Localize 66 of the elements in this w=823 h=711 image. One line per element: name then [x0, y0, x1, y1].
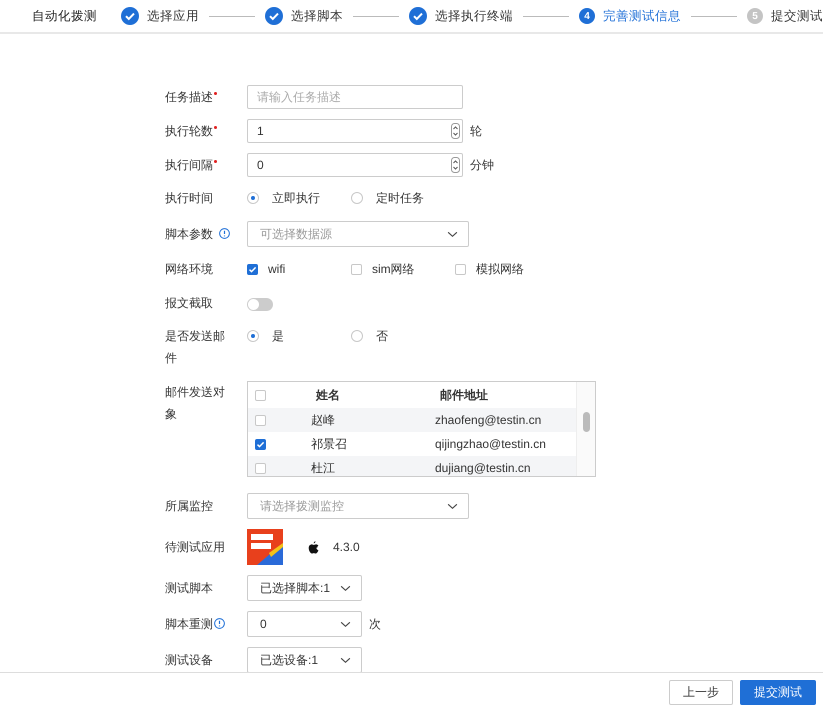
field-label: 网络环境 [165, 261, 213, 278]
checkbox[interactable] [255, 390, 266, 400]
step-number: 5 [747, 8, 763, 24]
field-label: 测试设备 [165, 652, 213, 669]
checkbox[interactable] [255, 414, 266, 426]
page-title: 自动化拨测 [32, 8, 97, 24]
table-cell-text: 赵峰 [311, 412, 336, 428]
checkbox-option[interactable]: sim网络 [351, 258, 455, 280]
chevron-down-icon [447, 230, 458, 238]
radio-option[interactable]: 立即执行 [247, 187, 351, 209]
field-label: 邮件发送对象 [165, 384, 226, 423]
chevron-down-icon [447, 502, 458, 510]
unit-label: 轮 [470, 122, 482, 140]
field-label: 报文截取 [165, 295, 213, 312]
select-field[interactable]: 已选设备:1 [247, 647, 362, 672]
table-cell-text: qijingzhao@testin.cn [435, 437, 547, 451]
field-label: 脚本参数 [165, 226, 213, 243]
chevron-down-icon [340, 584, 351, 592]
toggle-switch[interactable] [247, 298, 273, 310]
field-label: 待测试应用 [165, 539, 225, 556]
info-icon[interactable] [219, 228, 230, 239]
checkbox-option[interactable]: wifi [247, 258, 351, 280]
app-icon [247, 529, 283, 565]
table-cell-text: zhaofeng@testin.cn [435, 413, 542, 427]
submit-button[interactable]: 提交测试 [740, 680, 816, 704]
field-label: 脚本重测 [165, 616, 213, 633]
step-label: 选择应用 [147, 8, 199, 24]
field-label: 执行轮数 [165, 123, 213, 140]
table-cell-text: dujiang@testin.cn [435, 461, 532, 475]
unit-label: 分钟 [470, 156, 494, 174]
checkbox[interactable] [255, 462, 266, 474]
select-field[interactable]: 0 [247, 611, 362, 637]
step-label: 选择执行终端 [435, 8, 513, 24]
table-cell-text: 祁景召 [311, 436, 348, 452]
input-field[interactable]: 请输入任务描述 [247, 85, 463, 109]
step-label: 完善测试信息 [603, 8, 681, 24]
table-cell-text: 杜江 [311, 460, 336, 476]
spinner-icon[interactable] [451, 123, 460, 139]
field-label: 是否发送邮件 [165, 328, 226, 367]
unit-label: 次 [369, 616, 381, 632]
radio-option[interactable]: 是 [247, 325, 351, 347]
select-field[interactable]: 已选择脚本:1 [247, 575, 362, 601]
info-icon[interactable] [214, 618, 225, 629]
field-label: 测试脚本 [165, 580, 213, 597]
field-label: 所属监控 [165, 498, 213, 515]
number-field[interactable]: 0 [247, 153, 463, 177]
version-label: 4.3.0 [333, 540, 360, 554]
column-header: 邮件地址 [440, 386, 489, 404]
back-button[interactable]: 上一步 [669, 680, 733, 704]
chevron-down-icon [340, 620, 351, 628]
number-field[interactable]: 1 [247, 119, 463, 143]
field-label: 任务描述 [165, 89, 213, 106]
step-number: 4 [579, 8, 595, 24]
checkbox[interactable] [255, 438, 266, 450]
field-label: 执行时间 [165, 190, 213, 207]
scrollbar-thumb[interactable] [582, 412, 590, 432]
chevron-down-icon [340, 656, 351, 664]
field-label: 执行间隔 [165, 157, 213, 174]
checkbox-option[interactable]: 模拟网络 [455, 258, 559, 280]
radio-option[interactable]: 定时任务 [351, 187, 455, 209]
step-label: 提交测试 [771, 8, 823, 24]
spinner-icon[interactable] [451, 157, 460, 173]
apple-icon [308, 540, 319, 554]
radio-option[interactable]: 否 [351, 325, 455, 347]
step-label: 选择脚本 [291, 8, 343, 24]
column-header: 姓名 [316, 386, 341, 404]
